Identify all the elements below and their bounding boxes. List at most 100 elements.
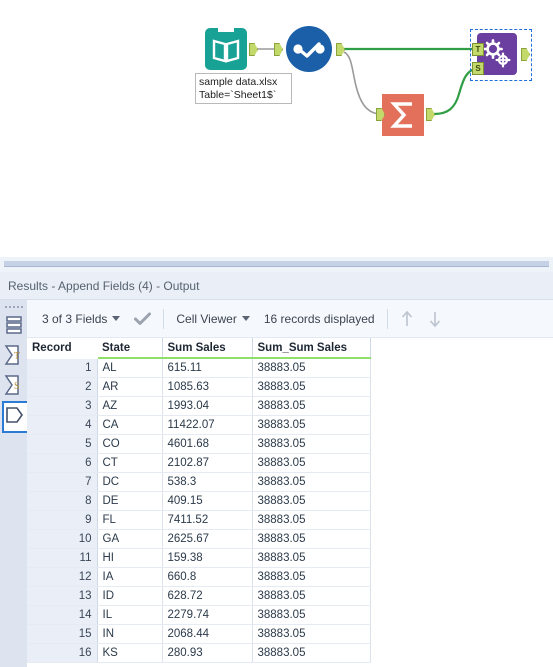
cell-sum-sum-sales[interactable]: 38883.05 [252, 605, 371, 625]
scroll-up-button[interactable] [393, 300, 421, 338]
cell-sum-sum-sales[interactable]: 38883.05 [252, 510, 371, 530]
cell-sum-sales[interactable]: 280.93 [162, 643, 253, 663]
cell-state[interactable]: DE [97, 491, 163, 511]
cell-record[interactable]: 11 [27, 548, 98, 568]
table-row[interactable]: 15 IN 2068.44 38883.05 [27, 624, 371, 644]
cell-sum-sum-sales[interactable]: 38883.05 [252, 624, 371, 644]
cell-sum-sales[interactable]: 615.11 [162, 358, 253, 378]
cell-state[interactable]: FL [97, 510, 163, 530]
cell-sum-sales[interactable]: 4601.68 [162, 434, 253, 454]
cell-record[interactable]: 2 [27, 377, 98, 397]
rail-item-table-view[interactable] [0, 310, 27, 340]
workflow-canvas[interactable]: sample data.xlsx Table=`Sheet1$` T S [0, 0, 553, 256]
cell-sum-sum-sales[interactable]: 38883.05 [252, 567, 371, 587]
table-row[interactable]: 5 CO 4601.68 38883.05 [27, 434, 371, 454]
table-row[interactable]: 12 IA 660.8 38883.05 [27, 567, 371, 587]
scroll-down-button[interactable] [421, 300, 449, 338]
fields-selector[interactable]: 3 of 3 Fields [35, 300, 127, 338]
results-grid[interactable]: Record State Sum Sales Sum_Sum Sales 1 AL… [27, 338, 553, 667]
cell-state[interactable]: AZ [97, 396, 163, 416]
table-row[interactable]: 14 IL 2279.74 38883.05 [27, 605, 371, 625]
cell-sum-sales[interactable]: 2625.67 [162, 529, 253, 549]
cell-sum-sum-sales[interactable]: 38883.05 [252, 358, 371, 378]
cell-record[interactable]: 13 [27, 586, 98, 606]
table-row[interactable]: 9 FL 7411.52 38883.05 [27, 510, 371, 530]
cell-record[interactable]: 3 [27, 396, 98, 416]
cell-record[interactable]: 5 [27, 434, 98, 454]
cell-sum-sales[interactable]: 1085.63 [162, 377, 253, 397]
table-row[interactable]: 2 AR 1085.63 38883.05 [27, 377, 371, 397]
table-row[interactable]: 4 CA 11422.07 38883.05 [27, 415, 371, 435]
cell-sum-sales[interactable]: 1993.04 [162, 396, 253, 416]
cell-state[interactable]: CA [97, 415, 163, 435]
header-record[interactable]: Record [27, 338, 97, 359]
header-state[interactable]: State [97, 338, 163, 359]
cell-record[interactable]: 9 [27, 510, 98, 530]
cell-sum-sales[interactable]: 2068.44 [162, 624, 253, 644]
cell-record[interactable]: 6 [27, 453, 98, 473]
viewer-selector[interactable]: Cell Viewer [169, 300, 256, 338]
table-row[interactable]: 1 AL 615.11 38883.05 [27, 358, 371, 378]
cell-sum-sales[interactable]: 11422.07 [162, 415, 253, 435]
cell-record[interactable]: 16 [27, 643, 98, 663]
cell-sum-sales[interactable]: 538.3 [162, 472, 253, 492]
header-sum-sales[interactable]: Sum Sales [162, 338, 253, 359]
table-row[interactable]: 6 CT 2102.87 38883.05 [27, 453, 371, 473]
cell-state[interactable]: GA [97, 529, 163, 549]
table-row[interactable]: 16 KS 280.93 38883.05 [27, 643, 371, 663]
cell-sum-sales[interactable]: 7411.52 [162, 510, 253, 530]
cell-state[interactable]: KS [97, 643, 163, 663]
cell-record[interactable]: 12 [27, 567, 98, 587]
rail-item-data-output[interactable] [0, 400, 29, 433]
cell-record[interactable]: 10 [27, 529, 98, 549]
cell-sum-sum-sales[interactable]: 38883.05 [252, 548, 371, 568]
cell-sum-sum-sales[interactable]: 38883.05 [252, 529, 371, 549]
tool-input-data[interactable] [205, 27, 247, 70]
table-row[interactable]: 11 HI 159.38 38883.05 [27, 548, 371, 568]
cell-sum-sum-sales[interactable]: 38883.05 [252, 415, 371, 435]
cell-state[interactable]: IN [97, 624, 163, 644]
cell-sum-sales[interactable]: 628.72 [162, 586, 253, 606]
cell-sum-sales[interactable]: 2279.74 [162, 605, 253, 625]
cell-state[interactable]: HI [97, 548, 163, 568]
cell-state[interactable]: IL [97, 605, 163, 625]
cell-sum-sales[interactable]: 2102.87 [162, 453, 253, 473]
cell-sum-sum-sales[interactable]: 38883.05 [252, 453, 371, 473]
cell-sum-sales[interactable]: 409.15 [162, 491, 253, 511]
cell-sum-sum-sales[interactable]: 38883.05 [252, 377, 371, 397]
cell-state[interactable]: CT [97, 453, 163, 473]
cell-state[interactable]: ID [97, 586, 163, 606]
rail-item-sigma-s[interactable]: S [0, 370, 27, 400]
cell-sum-sum-sales[interactable]: 38883.05 [252, 643, 371, 663]
tool-summarize[interactable] [382, 94, 424, 136]
cell-state[interactable]: AL [97, 358, 163, 378]
table-row[interactable]: 10 GA 2625.67 38883.05 [27, 529, 371, 549]
cell-state[interactable]: AR [97, 377, 163, 397]
cell-state[interactable]: CO [97, 434, 163, 454]
append-t-anchor[interactable]: T [472, 43, 484, 56]
tool-select[interactable] [286, 26, 332, 72]
append-s-anchor[interactable]: S [472, 62, 484, 75]
panel-splitter[interactable] [0, 256, 553, 272]
table-row[interactable]: 7 DC 538.3 38883.05 [27, 472, 371, 492]
cell-sum-sum-sales[interactable]: 38883.05 [252, 586, 371, 606]
table-row[interactable]: 3 AZ 1993.04 38883.05 [27, 396, 371, 416]
cell-record[interactable]: 1 [27, 358, 98, 378]
cell-sum-sum-sales[interactable]: 38883.05 [252, 434, 371, 454]
table-row[interactable]: 8 DE 409.15 38883.05 [27, 491, 371, 511]
cell-state[interactable]: DC [97, 472, 163, 492]
apply-fields-button[interactable] [127, 300, 158, 338]
cell-record[interactable]: 15 [27, 624, 98, 644]
rail-drag-handle[interactable] [0, 300, 27, 310]
cell-sum-sum-sales[interactable]: 38883.05 [252, 396, 371, 416]
cell-sum-sum-sales[interactable]: 38883.05 [252, 472, 371, 492]
cell-record[interactable]: 14 [27, 605, 98, 625]
cell-sum-sales[interactable]: 660.8 [162, 567, 253, 587]
rail-item-sigma-t[interactable]: T [0, 340, 27, 370]
cell-record[interactable]: 7 [27, 472, 98, 492]
table-row[interactable]: 13 ID 628.72 38883.05 [27, 586, 371, 606]
cell-sum-sum-sales[interactable]: 38883.05 [252, 491, 371, 511]
cell-record[interactable]: 4 [27, 415, 98, 435]
cell-sum-sales[interactable]: 159.38 [162, 548, 253, 568]
cell-state[interactable]: IA [97, 567, 163, 587]
